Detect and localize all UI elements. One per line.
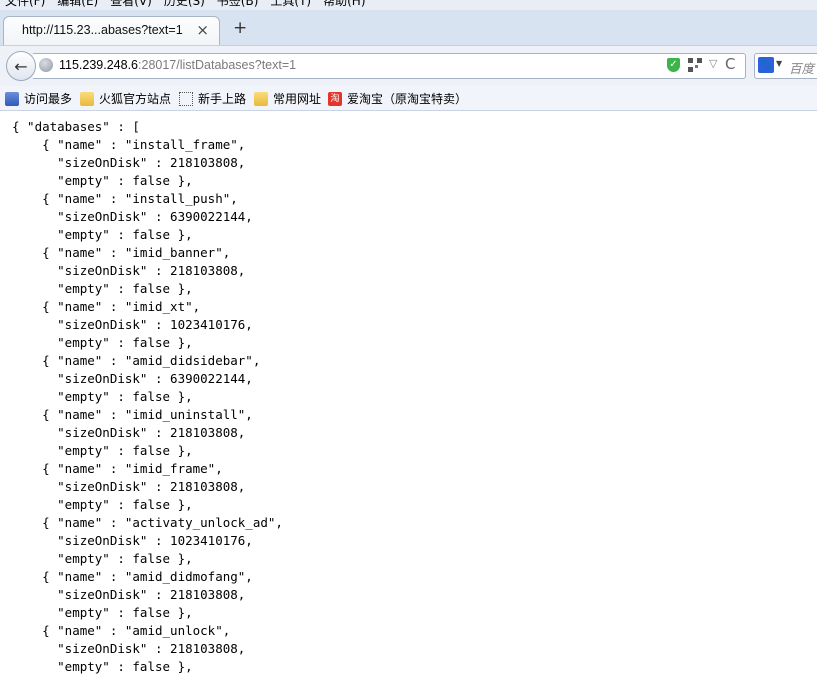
browser-tab[interactable]: http://115.23...abases?text=1 ×: [3, 16, 220, 46]
folder-icon: [254, 91, 268, 106]
back-arrow-icon: ←: [14, 56, 28, 76]
url-host: 115.239.248.6: [59, 58, 139, 72]
menu-item-tools[interactable]: 工具(T): [265, 0, 318, 10]
menu-item-edit[interactable]: 编辑(E): [52, 0, 105, 10]
search-placeholder: 百度: [789, 61, 815, 76]
baidu-paw-icon[interactable]: 🐾: [758, 57, 774, 73]
bookmark-getting-started[interactable]: 新手上路: [179, 90, 246, 107]
menu-item-bookmarks[interactable]: 书签(B): [212, 0, 266, 10]
back-button[interactable]: ←: [6, 51, 36, 81]
search-engine-dropdown-icon[interactable]: ▼: [776, 59, 782, 68]
shield-check-icon[interactable]: ✓: [667, 58, 680, 72]
bookmark-ai-taobao[interactable]: 淘 爱淘宝（原淘宝特卖）: [328, 90, 467, 107]
url-text[interactable]: 115.239.248.6:28017/listDatabases?text=1: [59, 58, 296, 72]
tab-strip: http://115.23...abases?text=1 × +: [0, 10, 817, 46]
menu-item-view[interactable]: 查看(V): [105, 0, 159, 10]
bookmark-common-sites[interactable]: 常用网址: [254, 90, 321, 107]
chevron-down-icon[interactable]: ▽: [709, 57, 717, 70]
search-box[interactable]: 🐾 ▼ 百度: [754, 53, 817, 79]
tab-title: http://115.23...abases?text=1: [22, 23, 183, 37]
bookmark-label: 常用网址: [273, 92, 322, 106]
bookmark-label: 新手上路: [198, 92, 247, 106]
new-tab-button[interactable]: +: [233, 20, 247, 37]
qr-code-icon[interactable]: [688, 58, 702, 72]
dotted-page-icon: [179, 91, 193, 106]
most-visited-icon: [5, 91, 19, 106]
menu-bar: 文件(F) 编辑(E) 查看(V) 历史(S) 书签(B) 工具(T) 帮助(H…: [0, 0, 817, 10]
url-path: :28017/listDatabases?text=1: [138, 58, 297, 72]
navigation-bar: 115.239.248.6:28017/listDatabases?text=1…: [0, 45, 817, 86]
bookmarks-toolbar: 访问最多 火狐官方站点 新手上路 常用网址 淘 爱淘宝（原淘宝特卖）: [0, 86, 817, 111]
bookmark-firefox-site[interactable]: 火狐官方站点: [80, 90, 171, 107]
menu-item-help[interactable]: 帮助(H): [318, 0, 372, 10]
reload-icon[interactable]: C: [725, 55, 735, 73]
folder-icon: [80, 91, 94, 106]
bookmark-label: 爱淘宝（原淘宝特卖）: [347, 92, 468, 106]
json-response-text: { "databases" : [ { "name" : "install_fr…: [12, 119, 283, 674]
menu-item-file[interactable]: 文件(F): [0, 0, 52, 10]
taobao-icon: 淘: [328, 91, 342, 106]
globe-icon: [39, 58, 53, 72]
bookmark-label: 火狐官方站点: [99, 92, 172, 106]
menu-item-history[interactable]: 历史(S): [159, 0, 212, 10]
close-tab-icon[interactable]: ×: [196, 21, 209, 39]
bookmark-label: 访问最多: [24, 92, 73, 106]
bookmark-most-visited[interactable]: 访问最多: [5, 90, 72, 107]
address-bar[interactable]: 115.239.248.6:28017/listDatabases?text=1…: [33, 53, 746, 79]
